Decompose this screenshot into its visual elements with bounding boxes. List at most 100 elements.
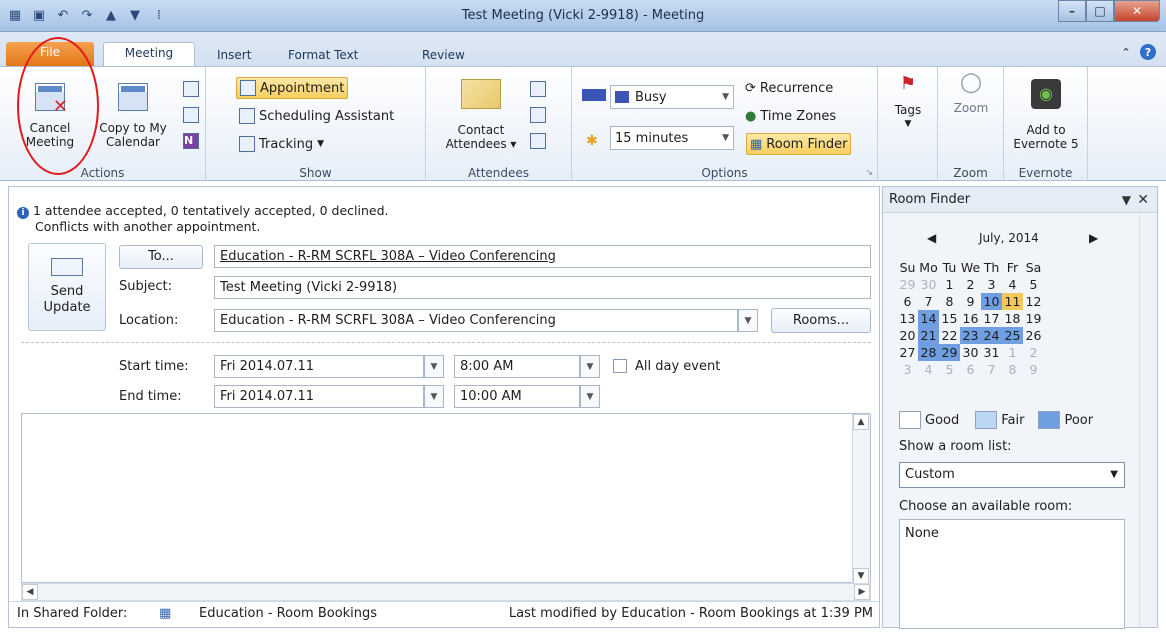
calendar-day[interactable]: 9 bbox=[1023, 361, 1044, 378]
calendar-day[interactable]: 3 bbox=[981, 276, 1002, 293]
calendar-day[interactable]: 2 bbox=[960, 276, 981, 293]
calendar-day[interactable]: 18 bbox=[1002, 310, 1023, 327]
end-date-dropdown[interactable]: ▼ bbox=[424, 385, 444, 408]
calendar-day[interactable]: 5 bbox=[1023, 276, 1044, 293]
calendar-day[interactable]: 8 bbox=[1002, 361, 1023, 378]
scroll-down-button[interactable]: ▼ bbox=[853, 568, 869, 584]
send-update-button[interactable]: Send Update bbox=[28, 243, 106, 331]
tab-file[interactable]: File bbox=[6, 42, 94, 66]
location-dropdown[interactable]: ▼ bbox=[738, 309, 758, 332]
end-date-field[interactable]: Fri 2014.07.11 bbox=[214, 385, 424, 408]
scroll-left-button[interactable]: ◀ bbox=[22, 584, 38, 600]
calendar-day[interactable]: 30 bbox=[918, 276, 939, 293]
tab-format-text[interactable]: Format Text bbox=[278, 45, 368, 66]
calendar-day[interactable]: 13 bbox=[897, 310, 918, 327]
calendar-day[interactable]: 26 bbox=[1023, 327, 1044, 344]
calendar-day[interactable]: 14 bbox=[918, 310, 939, 327]
calendar-day[interactable]: 4 bbox=[918, 361, 939, 378]
collapse-ribbon-icon[interactable]: ⌃ bbox=[1118, 44, 1134, 60]
calendar-day[interactable]: 4 bbox=[1002, 276, 1023, 293]
location-field[interactable]: Education - R-RM SCRFL 308A – Video Conf… bbox=[214, 309, 738, 332]
calendar-day[interactable]: 30 bbox=[960, 344, 981, 361]
prev-month-icon[interactable]: ◀ bbox=[927, 231, 936, 245]
tags-button[interactable]: ⚑ Tags ▼ bbox=[886, 75, 930, 131]
response-options-icon[interactable] bbox=[530, 133, 546, 149]
calendar-day[interactable]: 25 bbox=[1002, 327, 1023, 344]
calendar-day[interactable]: 2 bbox=[1023, 344, 1044, 361]
calendar-day[interactable]: 7 bbox=[981, 361, 1002, 378]
calendar-day[interactable]: 11 bbox=[1002, 293, 1023, 310]
address-book-icon[interactable] bbox=[530, 81, 546, 97]
calendar-day[interactable]: 12 bbox=[1023, 293, 1044, 310]
calendar-day[interactable]: 7 bbox=[918, 293, 939, 310]
tab-insert[interactable]: Insert bbox=[207, 45, 261, 66]
horizontal-scrollbar[interactable]: ◀ ▶ bbox=[21, 583, 871, 601]
contact-attendees-button[interactable]: Contact Attendees ▾ bbox=[436, 73, 526, 151]
calendar-day[interactable]: 31 bbox=[981, 344, 1002, 361]
calendar-day[interactable]: 23 bbox=[960, 327, 981, 344]
tab-meeting[interactable]: Meeting bbox=[103, 42, 195, 66]
calendar-day[interactable]: 22 bbox=[939, 327, 960, 344]
start-time-dropdown[interactable]: ▼ bbox=[580, 355, 600, 378]
pane-close-icon[interactable]: ✕ bbox=[1137, 187, 1149, 213]
calendar-day[interactable]: 19 bbox=[1023, 310, 1044, 327]
close-button[interactable]: ✕ bbox=[1114, 0, 1160, 22]
calendar-day[interactable]: 16 bbox=[960, 310, 981, 327]
meeting-options-icon[interactable] bbox=[183, 107, 199, 123]
all-day-checkbox[interactable] bbox=[613, 359, 627, 373]
end-time-dropdown[interactable]: ▼ bbox=[580, 385, 600, 408]
appointment-button[interactable]: Appointment bbox=[236, 77, 349, 99]
cancel-meeting-button[interactable]: ✕ Cancel Meeting bbox=[20, 73, 80, 149]
calendar-day[interactable]: 10 bbox=[981, 293, 1002, 310]
pane-menu-icon[interactable]: ▼ bbox=[1122, 187, 1131, 213]
calendar-day[interactable]: 29 bbox=[897, 276, 918, 293]
vertical-scrollbar[interactable]: ▲ ▼ bbox=[852, 414, 870, 584]
maximize-button[interactable]: □ bbox=[1086, 0, 1114, 22]
message-body[interactable]: ▲ ▼ bbox=[21, 413, 871, 584]
calendar-day[interactable]: 17 bbox=[981, 310, 1002, 327]
calendar-day[interactable]: 1 bbox=[939, 276, 960, 293]
scheduling-assistant-button[interactable]: Scheduling Assistant bbox=[236, 105, 397, 127]
rooms-button[interactable]: Rooms... bbox=[771, 308, 871, 333]
pane-scrollbar[interactable] bbox=[1139, 215, 1157, 627]
zoom-button[interactable]: ○ Zoom bbox=[946, 69, 996, 115]
calendar-day[interactable]: 21 bbox=[918, 327, 939, 344]
time-zones-button[interactable]: ● Time Zones bbox=[742, 105, 839, 127]
check-names-icon[interactable] bbox=[530, 107, 546, 123]
scroll-up-button[interactable]: ▲ bbox=[853, 414, 869, 430]
calendar-day[interactable]: 28 bbox=[918, 344, 939, 361]
calendar-day[interactable]: 3 bbox=[897, 361, 918, 378]
calendar-day[interactable]: 15 bbox=[939, 310, 960, 327]
start-date-field[interactable]: Fri 2014.07.11 bbox=[214, 355, 424, 378]
calendar-day[interactable]: 8 bbox=[939, 293, 960, 310]
calendar-day[interactable]: 20 bbox=[897, 327, 918, 344]
calendar-day[interactable]: 24 bbox=[981, 327, 1002, 344]
room-finder-button[interactable]: ▦ Room Finder bbox=[746, 133, 852, 155]
calendar-day[interactable]: 1 bbox=[1002, 344, 1023, 361]
next-month-icon[interactable]: ▶ bbox=[1089, 231, 1098, 245]
recurrence-button[interactable]: ⟳ Recurrence bbox=[742, 77, 836, 99]
tab-review[interactable]: Review bbox=[412, 45, 475, 66]
tracking-button[interactable]: Tracking ▼ bbox=[236, 133, 327, 155]
calendar-day[interactable]: 27 bbox=[897, 344, 918, 361]
end-time-field[interactable]: 10:00 AM bbox=[454, 385, 580, 408]
calendar-day[interactable]: 9 bbox=[960, 293, 981, 310]
calendar-day[interactable]: 5 bbox=[939, 361, 960, 378]
add-to-evernote-button[interactable]: ◉ Add to Evernote 5 bbox=[1008, 77, 1084, 151]
to-field[interactable]: Education - R-RM SCRFL 308A – Video Conf… bbox=[214, 245, 871, 268]
available-room-list[interactable]: None bbox=[899, 519, 1125, 629]
minimize-button[interactable]: – bbox=[1058, 0, 1086, 22]
start-date-dropdown[interactable]: ▼ bbox=[424, 355, 444, 378]
show-as-select[interactable]: Busy ▼ bbox=[610, 85, 734, 109]
onenote-icon[interactable]: N bbox=[183, 133, 199, 149]
room-list-select[interactable]: Custom ▼ bbox=[899, 462, 1125, 488]
help-icon[interactable]: ? bbox=[1140, 44, 1156, 60]
calendar-day[interactable]: 29 bbox=[939, 344, 960, 361]
scroll-right-button[interactable]: ▶ bbox=[854, 584, 870, 600]
to-button[interactable]: To... bbox=[119, 245, 203, 269]
reminder-select[interactable]: 15 minutes ▼ bbox=[610, 126, 734, 150]
forward-icon[interactable] bbox=[183, 81, 199, 97]
calendar-day[interactable]: 6 bbox=[960, 361, 981, 378]
copy-to-calendar-button[interactable]: Copy to My Calendar bbox=[88, 73, 178, 149]
dialog-launcher-icon[interactable]: ↘ bbox=[865, 168, 873, 178]
